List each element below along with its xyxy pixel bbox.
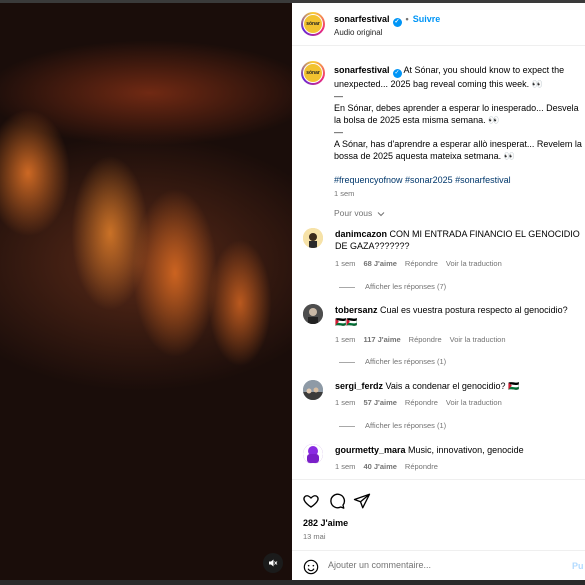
caption-line: En Sónar, debes aprender a esperar lo in… — [334, 103, 579, 113]
follow-button[interactable]: Suivre — [413, 14, 441, 24]
comment-text: DE GAZA??????? — [335, 241, 410, 251]
caption-line: la bolsa de 2025 esta misma semana. 👀 — [334, 115, 500, 125]
comment-meta: 1 sem 68 J'aime Répondre Voir la traduction — [335, 259, 502, 268]
speaker-muted-icon — [269, 559, 278, 567]
comment-username[interactable]: danimcazon — [335, 229, 387, 239]
sort-label: Pour vous — [334, 208, 373, 218]
sonar-logo: sónar — [304, 15, 322, 33]
sonar-logo: sónar — [304, 64, 322, 82]
comment-meta: 1 sem 117 J'aime Répondre Voir la traductio… — [335, 335, 506, 344]
post-header: sónar sonarfestival ✓ • Suivre Audio origin… — [292, 3, 585, 46]
comment-text: Music, innovativon, genocide — [408, 445, 524, 455]
caption-line: unexpected... 2025 bag reveal coming thi… — [334, 79, 543, 89]
comment-body: gourmetty_mara Music, innovativon, genoc… — [335, 444, 580, 456]
post-actions: 282 J'aime 13 mai Pu — [292, 479, 585, 579]
comment-text: CON MI ENTRADA FINANCIO EL GENOCIDIO — [389, 229, 580, 239]
comment-text: Vais a condenar el genocidio? 🇵🇸 — [385, 381, 520, 391]
comment-username[interactable]: tobersanz — [335, 305, 378, 315]
comment-likes[interactable]: 57 J'aime — [363, 398, 396, 407]
author-username[interactable]: sonarfestival — [334, 14, 390, 24]
post-side-panel: sónar sonarfestival ✓ • Suivre Audio origin… — [292, 3, 585, 580]
author-avatar[interactable]: sónar — [301, 12, 325, 36]
caption-separator: — — [334, 91, 343, 101]
comment-meta: 1 sem 40 J'aime Répondre — [335, 462, 438, 471]
comment-time[interactable]: 1 sem — [335, 462, 355, 471]
comment-text: 🇵🇸🇵🇸 — [335, 317, 358, 327]
comment-body: sergi_ferdz Vais a condenar el genocidio… — [335, 380, 580, 392]
mute-button[interactable] — [263, 553, 283, 573]
comment-avatar[interactable] — [303, 228, 323, 248]
comment-text: Cual es vuestra postura respecto al geno… — [380, 305, 568, 315]
caption-spacer — [334, 162, 585, 174]
view-replies-button[interactable]: Afficher les réponses (1) — [339, 421, 446, 430]
comment-meta: 1 sem 57 J'aime Répondre Voir la traduction — [335, 398, 502, 407]
translate-link[interactable]: Voir la traduction — [446, 259, 502, 268]
view-replies-button[interactable]: Afficher les réponses (7) — [339, 282, 446, 291]
comment-avatar[interactable] — [303, 444, 323, 464]
emoji-icon[interactable] — [303, 559, 319, 575]
post-likes[interactable]: 282 J'aime — [303, 518, 348, 528]
view-replies-label: Afficher les réponses (7) — [365, 282, 447, 291]
caption-time[interactable]: 1 sem — [334, 188, 585, 200]
comment-likes[interactable]: 117 J'aime — [363, 335, 400, 344]
audio-label[interactable]: Audio original — [334, 28, 382, 37]
comment-likes[interactable]: 68 J'aime — [363, 259, 396, 268]
comment-avatar[interactable] — [303, 380, 323, 400]
replies-divider — [339, 286, 355, 288]
comment-body: danimcazon CON MI ENTRADA FINANCIO EL GE… — [335, 228, 580, 252]
comment-username[interactable]: gourmetty_mara — [335, 445, 406, 455]
window-bottom-bar — [0, 580, 585, 585]
verified-icon: ✓ — [392, 69, 402, 78]
view-replies-label: Afficher les réponses (1) — [365, 421, 447, 430]
caption-line: A Sónar, has d'aprendre a esperar allò i… — [334, 139, 582, 149]
share-icon[interactable] — [353, 492, 371, 510]
translate-link[interactable]: Voir la traduction — [450, 335, 506, 344]
comment-input[interactable] — [328, 560, 558, 570]
caption-separator: — — [334, 127, 343, 137]
replies-divider — [339, 425, 355, 427]
separator-dot: • — [405, 14, 409, 24]
view-replies-button[interactable]: Afficher les réponses (1) — [339, 357, 446, 366]
translate-link[interactable]: Voir la traduction — [446, 398, 502, 407]
reply-button[interactable]: Répondre — [405, 462, 438, 471]
caption-line: At Sónar, you should know to expect the — [403, 65, 565, 75]
caption-avatar[interactable]: sónar — [301, 61, 325, 85]
comment-avatar[interactable] — [303, 304, 323, 324]
video-player[interactable] — [0, 3, 292, 580]
sort-dropdown[interactable]: Pour vous — [334, 208, 385, 218]
publish-button[interactable]: Pu — [572, 561, 584, 571]
comment-likes[interactable]: 40 J'aime — [363, 462, 396, 471]
comment-body: tobersanz Cual es vuestra postura respec… — [335, 304, 580, 328]
caption-username[interactable]: sonarfestival — [334, 65, 390, 75]
reply-button[interactable]: Répondre — [405, 398, 438, 407]
chevron-down-icon — [377, 211, 385, 216]
replies-divider — [339, 361, 355, 363]
comment-username[interactable]: sergi_ferdz — [335, 381, 383, 391]
post-caption: sonarfestival ✓ At Sónar, you should know… — [334, 64, 585, 200]
caption-hashtags[interactable]: #frequencyofnow #sonar2025 #sonarfestiva… — [334, 174, 585, 186]
verified-icon: ✓ — [392, 18, 402, 27]
heart-icon[interactable] — [302, 492, 320, 510]
comment-time[interactable]: 1 sem — [335, 259, 355, 268]
view-replies-label: Afficher les réponses (1) — [365, 357, 447, 366]
reply-button[interactable]: Répondre — [409, 335, 442, 344]
post-date: 13 mai — [303, 532, 326, 541]
comment-time[interactable]: 1 sem — [335, 398, 355, 407]
author-line: sonarfestival ✓ • Suivre — [334, 14, 440, 27]
comment-time[interactable]: 1 sem — [335, 335, 355, 344]
comment-composer: Pu — [292, 550, 585, 580]
caption-line: bossa de 2025 aquesta mateixa setmana. 👀 — [334, 151, 515, 161]
comment-icon[interactable] — [328, 492, 346, 510]
reply-button[interactable]: Répondre — [405, 259, 438, 268]
